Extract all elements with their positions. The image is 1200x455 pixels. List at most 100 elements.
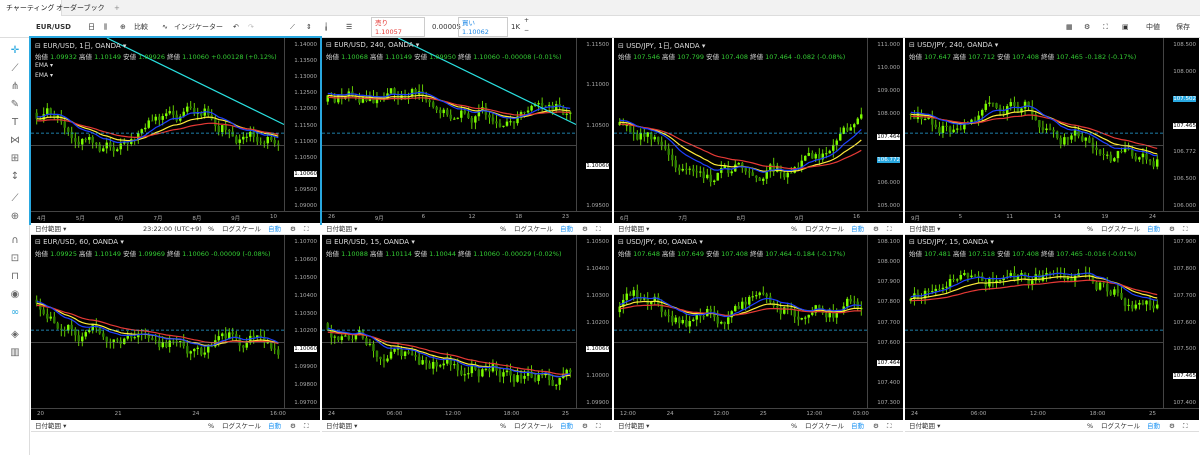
redo-icon[interactable]: ↷ [248, 16, 254, 38]
log-scale-button[interactable]: ログスケール [805, 420, 844, 432]
chart-title[interactable]: ⊟ EUR/USD, 60, OANDA ▾ [35, 238, 124, 246]
gear-icon[interactable]: ⚙ [582, 223, 588, 235]
fullscreen-icon[interactable]: ⛶ [596, 223, 601, 235]
gear-icon[interactable]: ⚙ [1084, 16, 1090, 38]
camera-icon[interactable]: ▣ [1122, 16, 1129, 38]
chart-panel[interactable]: ⊟ EUR/USD, 15, OANDA ▾ 始値 1.10088 高値 1.10… [322, 235, 612, 420]
measure-icon[interactable]: ↕ [8, 170, 22, 184]
gear-icon[interactable]: ⚙ [1169, 223, 1175, 235]
chart-plot[interactable] [614, 235, 867, 408]
pattern-icon[interactable]: ⋈ [8, 134, 22, 148]
qty-input[interactable]: 1K [511, 16, 520, 38]
price-axis[interactable]: 1.10500 1.10400 1.10300 1.10200 1.10060 1.100… [576, 235, 612, 408]
price-axis[interactable]: 1.10700 1.10600 1.10500 1.10400 1.10300 1.102… [284, 235, 320, 408]
lock-icon[interactable]: ⊓ [8, 270, 22, 284]
sell-button[interactable]: 売り 1.10057 [371, 17, 425, 37]
tab-orderbook[interactable]: オーダーブック [50, 0, 111, 16]
date-range-button[interactable]: 日付範囲 ▾ [618, 420, 649, 432]
add-tab-icon[interactable]: + [108, 0, 126, 16]
pitchfork-icon[interactable]: ⋔ [8, 80, 22, 94]
date-range-button[interactable]: 日付範囲 ▾ [35, 223, 66, 235]
auto-scale-button[interactable]: 自動 [560, 420, 573, 432]
gear-icon[interactable]: ⚙ [290, 223, 296, 235]
fullscreen-icon[interactable]: ⛶ [1183, 420, 1188, 432]
time-axis[interactable]: 26 9月 6 12 18 23 [322, 211, 612, 223]
lock-drawings-icon[interactable]: ⊡ [8, 252, 22, 266]
text-icon[interactable]: T [8, 116, 22, 130]
ema-legend[interactable]: EMA ▾ [35, 62, 53, 69]
time-axis[interactable]: 6月 7月 8月 9月 16 [614, 211, 903, 223]
indicators-icon[interactable]: ∿ [162, 16, 168, 38]
gear-icon[interactable]: ⚙ [873, 223, 879, 235]
zoom-icon[interactable]: ⊕ [8, 210, 22, 224]
crosshair-icon[interactable]: ✛ [8, 44, 22, 58]
chart-panel[interactable]: ⊟ USD/JPY, 15, OANDA ▾ 始値 107.481 高値 107.… [905, 235, 1199, 420]
price-axis[interactable]: 1.11500 1.11000 1.10500 1.10060 1.09500 [576, 38, 612, 211]
chart-plot[interactable] [322, 38, 576, 211]
chart-title[interactable]: ⊟ USD/JPY, 1日, OANDA ▾ [618, 41, 705, 51]
percent-button[interactable]: % [791, 420, 797, 432]
fullscreen-icon[interactable]: ⛶ [887, 420, 892, 432]
chart-title[interactable]: ⊟ EUR/USD, 1日, OANDA ▾ [35, 41, 126, 51]
auto-scale-button[interactable]: 自動 [268, 420, 281, 432]
time-axis[interactable]: 24 06:00 12:00 18:00 25 [905, 408, 1199, 420]
eye-icon[interactable]: ◉ [8, 288, 22, 302]
interval-icon[interactable]: 日 [88, 16, 95, 38]
auto-scale-button[interactable]: 自動 [851, 223, 864, 235]
compare-icon[interactable]: ⊕ [120, 16, 126, 38]
date-range-button[interactable]: 日付範囲 ▾ [35, 420, 66, 432]
log-scale-button[interactable]: ログスケール [1101, 223, 1140, 235]
percent-button[interactable]: % [500, 223, 506, 235]
date-range-button[interactable]: 日付範囲 ▾ [326, 223, 357, 235]
price-axis[interactable]: 107.900 107.800 107.700 107.600 107.500 107.4… [1163, 235, 1199, 408]
log-scale-button[interactable]: ログスケール [514, 223, 553, 235]
gear-icon[interactable]: ⚙ [582, 420, 588, 432]
chart-title[interactable]: ⊟ USD/JPY, 15, OANDA ▾ [909, 238, 994, 246]
cursor-icon[interactable]: ╽ [324, 16, 328, 38]
prediction-icon[interactable]: ⊞ [8, 152, 22, 166]
fullscreen-icon[interactable]: ⛶ [304, 223, 309, 235]
chart-panel[interactable]: ⊟ EUR/USD, 60, OANDA ▾ 始値 1.09925 高値 1.10… [31, 235, 320, 420]
auto-scale-button[interactable]: 自動 [851, 420, 864, 432]
undo-icon[interactable]: ↶ [233, 16, 239, 38]
price-axis[interactable]: 1.14000 1.13500 1.13000 1.12500 1.12000 1.115… [284, 38, 320, 211]
trendline-icon[interactable]: ⟋ [8, 62, 22, 76]
price-axis[interactable]: 111.000 110.000 109.000 108.000 107.464 106.7… [867, 38, 903, 211]
date-range-button[interactable]: 日付範囲 ▾ [326, 420, 357, 432]
chart-title[interactable]: ⊟ USD/JPY, 240, OANDA ▾ [909, 41, 998, 49]
chart-panel[interactable]: ⊟ EUR/USD, 1日, OANDA ▾ 始値 1.09932 高値 1.10… [29, 36, 322, 225]
time-axis[interactable]: 24 06:00 12:00 18:00 25 [322, 408, 612, 420]
price-axis[interactable]: 108.100 108.000 107.900 107.800 107.700 107.6… [867, 235, 903, 408]
fullscreen-icon[interactable]: ⛶ [596, 420, 601, 432]
log-scale-button[interactable]: ログスケール [514, 420, 553, 432]
qty-stepper[interactable]: + − [524, 16, 529, 38]
auto-scale-button[interactable]: 自動 [560, 223, 573, 235]
auto-scale-button[interactable]: 自動 [1147, 420, 1160, 432]
log-scale-button[interactable]: ログスケール [222, 420, 261, 432]
chart-title[interactable]: ⊟ EUR/USD, 15, OANDA ▾ [326, 238, 415, 246]
time-axis[interactable]: 9月 5 11 14 19 24 [905, 211, 1199, 223]
indicators-button[interactable]: インジケーター [174, 16, 223, 38]
chart-plot[interactable] [322, 235, 576, 408]
brush-icon[interactable]: ✎ [8, 98, 22, 112]
percent-button[interactable]: % [1087, 420, 1093, 432]
chart-title[interactable]: ⊟ USD/JPY, 60, OANDA ▾ [618, 238, 703, 246]
date-range-button[interactable]: 日付範囲 ▾ [618, 223, 649, 235]
chart-plot[interactable] [31, 38, 284, 211]
chart-plot[interactable] [614, 38, 867, 211]
layout-icon[interactable]: ▦ [1066, 16, 1073, 38]
chart-panel[interactable]: ⊟ EUR/USD, 240, OANDA ▾ 始値 1.10068 高値 1.1… [322, 38, 612, 223]
candle-type-icon[interactable]: ⫼ [104, 16, 107, 38]
percent-button[interactable]: % [1087, 223, 1093, 235]
time-axis[interactable]: 12:00 24 12:00 25 12:00 03:00 [614, 408, 903, 420]
percent-button[interactable]: % [208, 420, 214, 432]
auto-scale-button[interactable]: 自動 [1147, 223, 1160, 235]
compare-button[interactable]: 比較 [134, 16, 148, 38]
line-tool-icon[interactable]: ⟋ [290, 16, 295, 38]
fullscreen-icon[interactable]: ⛶ [887, 223, 892, 235]
chart-plot[interactable] [31, 235, 284, 408]
midpoint-select[interactable]: 中値 [1146, 16, 1160, 38]
gear-icon[interactable]: ⚙ [873, 420, 879, 432]
date-range-button[interactable]: 日付範囲 ▾ [909, 420, 940, 432]
gear-icon[interactable]: ⚙ [1169, 420, 1175, 432]
